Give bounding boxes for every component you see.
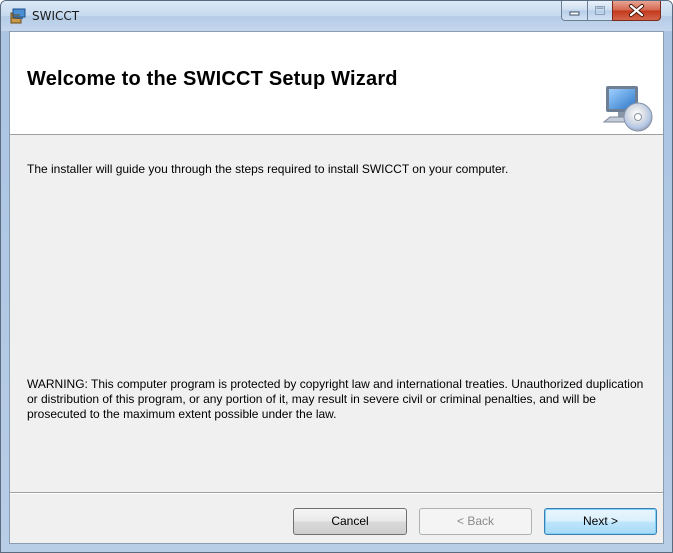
minimize-icon — [569, 11, 580, 16]
intro-text: The installer will guide you through the… — [27, 162, 509, 176]
next-button[interactable]: Next > — [544, 508, 657, 535]
header-banner: Welcome to the SWICCT Setup Wizard — [10, 32, 663, 135]
back-button[interactable]: < Back — [419, 508, 532, 535]
computer-cd-icon — [602, 86, 653, 132]
minimize-button[interactable] — [561, 1, 588, 21]
copyright-warning-text: WARNING: This computer program is protec… — [27, 377, 644, 421]
title-bar[interactable]: SWICCT — [1, 1, 672, 31]
page-title: Welcome to the SWICCT Setup Wizard — [27, 68, 398, 90]
setup-window: SWICCT Welcome to the SWICCT Setup Wizar… — [0, 0, 673, 553]
window-title: SWICCT — [32, 9, 80, 23]
installer-package-icon — [10, 8, 26, 24]
close-button[interactable] — [612, 1, 661, 21]
button-separator — [10, 492, 663, 494]
close-icon — [629, 4, 644, 17]
cancel-button[interactable]: Cancel — [293, 508, 407, 535]
maximize-button[interactable] — [587, 1, 613, 21]
dialog-client-area: Welcome to the SWICCT Setup Wizard The i… — [9, 31, 664, 544]
maximize-icon — [595, 6, 605, 15]
